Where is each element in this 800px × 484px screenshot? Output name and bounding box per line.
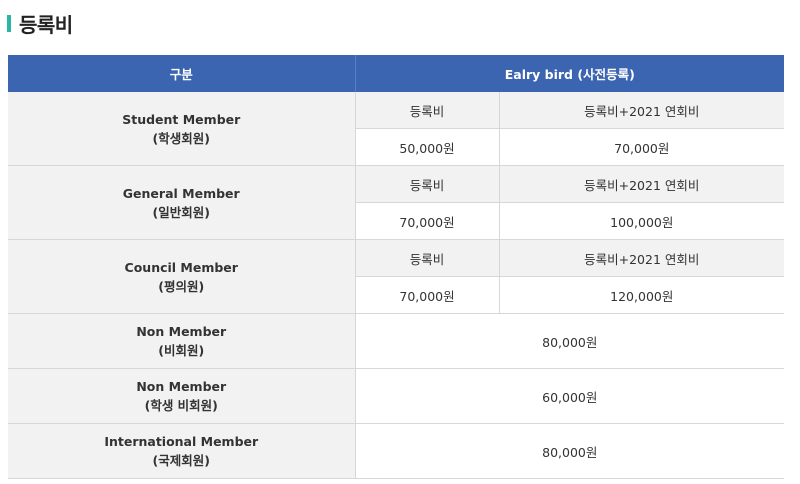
sub-header-fee: 등록비 [355, 165, 500, 203]
member-type-en: International Member [104, 434, 259, 449]
member-type-cell: International Member (국제회원) [8, 423, 356, 479]
sub-header-fee: 등록비 [355, 239, 500, 277]
fee-value: 80,000원 [355, 423, 785, 479]
fee-value: 80,000원 [355, 313, 785, 369]
page-title: 등록비 [19, 12, 73, 37]
table-row: General Member (일반회원) 등록비 등록비+2021 연회비 [8, 165, 785, 240]
sub-header-fee: 등록비 [355, 92, 500, 129]
fee-value: 50,000원 [355, 128, 500, 166]
member-type-cell: General Member (일반회원) [8, 165, 356, 240]
member-type-cell: Non Member (학생 비회원) [8, 368, 356, 424]
table-row: Council Member (평의원) 등록비 등록비+2021 연회비 [8, 239, 785, 314]
member-type-ko: (학생회원) [152, 130, 210, 146]
fee-value: 60,000원 [355, 368, 785, 424]
sub-header-fee-plus-annual: 등록비+2021 연회비 [499, 92, 785, 129]
table-row: Student Member (학생회원) 등록비 등록비+2021 연회비 [8, 92, 785, 166]
heading-accent-bar [7, 14, 11, 32]
member-type-ko: (평의원) [158, 278, 205, 294]
header-early-bird: Ealry bird (사전등록) [355, 55, 785, 92]
table-row: International Member (국제회원) 80,000원 [8, 423, 785, 479]
fee-value: 70,000원 [355, 276, 500, 314]
member-type-en: General Member [122, 185, 240, 201]
sub-header-fee-plus-annual: 등록비+2021 연회비 [499, 165, 785, 203]
member-type-ko: (학생 비회원) [144, 398, 218, 413]
member-type-cell: Non Member (비회원) [8, 313, 356, 369]
member-type-en: Council Member [124, 259, 238, 275]
member-type-ko: (비회원) [158, 343, 205, 358]
table-row: Non Member (학생 비회원) 60,000원 [8, 368, 785, 424]
member-type-en: Student Member [122, 111, 241, 127]
member-type-ko: (일반회원) [152, 204, 210, 220]
member-type-cell: Council Member (평의원) [8, 239, 356, 314]
member-type-cell: Student Member (학생회원) [8, 92, 356, 166]
table-header-row: 구분 Ealry bird (사전등록) [8, 55, 785, 92]
member-type-en: Non Member [136, 379, 227, 394]
header-category: 구분 [8, 55, 356, 92]
fee-value: 70,000원 [355, 202, 500, 240]
sub-header-fee-plus-annual: 등록비+2021 연회비 [499, 239, 785, 277]
member-type-en: Non Member [136, 324, 227, 339]
table-row: Non Member (비회원) 80,000원 [8, 313, 785, 369]
fee-plus-annual-value: 120,000원 [499, 276, 785, 314]
section-heading: 등록비 [7, 9, 73, 37]
fee-plus-annual-value: 70,000원 [499, 128, 785, 166]
member-type-ko: (국제회원) [152, 453, 210, 468]
fee-plus-annual-value: 100,000원 [499, 202, 785, 240]
registration-fee-table: 구분 Ealry bird (사전등록) Student Member (학생회… [8, 55, 785, 479]
